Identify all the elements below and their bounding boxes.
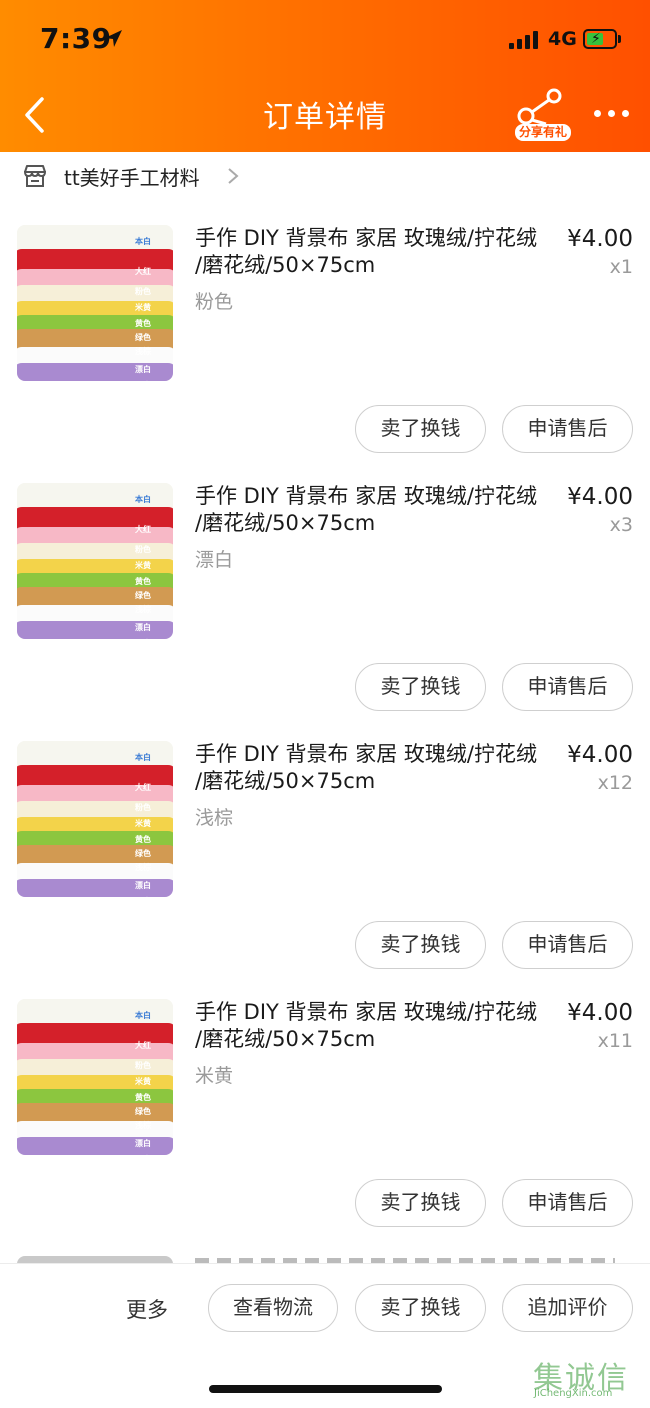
sell-button[interactable]: 卖了换钱 bbox=[355, 663, 486, 711]
order-item[interactable]: 本白大红粉色米黄黄色绿色浅棕漂白紫青手作 DIY 背景布 家居 玫瑰绒/拧花绒 … bbox=[0, 483, 650, 741]
thumbnail-tag: 绿色 bbox=[135, 1107, 151, 1116]
thumbnail-tag: 米黄 bbox=[135, 1077, 151, 1086]
product-variant: 米黄 bbox=[195, 1065, 234, 1087]
header-bar: 7:39 4G ⚡ 订单详情 分享有礼 bbox=[0, 0, 650, 152]
add-review-button[interactable]: 追加评价 bbox=[502, 1284, 633, 1332]
more-link[interactable]: 更多 bbox=[126, 1294, 168, 1324]
thumbnail-tag: 粉色 bbox=[135, 545, 151, 554]
product-price: ¥4.00 bbox=[567, 1000, 633, 1026]
status-time: 7:39 bbox=[40, 22, 112, 55]
thumbnail-tag: 漂白 bbox=[135, 365, 151, 374]
product-quantity: x1 bbox=[609, 256, 633, 278]
thumbnail-tag: 大红 bbox=[135, 1041, 151, 1050]
thumbnail-tag: 大红 bbox=[135, 525, 151, 534]
home-indicator bbox=[209, 1385, 442, 1393]
thumbnail-tag: 绿色 bbox=[135, 591, 151, 600]
product-thumbnail[interactable]: 本白大红粉色米黄黄色绿色浅棕漂白紫青 bbox=[17, 999, 173, 1155]
thumbnail-tag: 大红 bbox=[135, 783, 151, 792]
thumbnail-tag: 本白 bbox=[135, 1011, 151, 1020]
thumbnail-tag: 米黄 bbox=[135, 303, 151, 312]
after-sale-button[interactable]: 申请售后 bbox=[502, 663, 633, 711]
shop-icon bbox=[23, 165, 47, 187]
thumbnail-tag: 粉色 bbox=[135, 803, 151, 812]
product-quantity: x3 bbox=[609, 514, 633, 536]
thumbnail-tag: 浅棕 bbox=[135, 605, 151, 614]
after-sale-button[interactable]: 申请售后 bbox=[502, 405, 633, 453]
thumbnail-tag: 粉色 bbox=[135, 1061, 151, 1070]
product-title[interactable]: 手作 DIY 背景布 家居 玫瑰绒/拧花绒 /磨花绒/50×75cm bbox=[195, 999, 545, 1053]
share-reward-label[interactable]: 分享有礼 bbox=[515, 124, 572, 141]
thumbnail-tag: 米黄 bbox=[135, 561, 151, 570]
product-price: ¥4.00 bbox=[567, 742, 633, 768]
signal-icon bbox=[509, 31, 541, 49]
network-type: 4G bbox=[548, 28, 577, 50]
product-quantity: x11 bbox=[597, 1030, 633, 1052]
thumbnail-tag: 黄色 bbox=[135, 1093, 151, 1102]
product-title[interactable]: 手作 DIY 背景布 家居 玫瑰绒/拧花绒 /磨花绒/50×75cm bbox=[195, 483, 545, 537]
thumbnail-tag: 粉色 bbox=[135, 287, 151, 296]
order-item[interactable]: 本白大红粉色米黄黄色绿色浅棕漂白紫青手作 DIY 背景布 家居 玫瑰绒/拧花绒 … bbox=[0, 225, 650, 483]
thumbnail-tag: 黄色 bbox=[135, 319, 151, 328]
product-thumbnail[interactable]: 本白大红粉色米黄黄色绿色浅棕漂白紫青 bbox=[17, 483, 173, 639]
thumbnail-tag: 本白 bbox=[135, 753, 151, 762]
thumbnail-tag: 漂白 bbox=[135, 1139, 151, 1148]
product-variant: 粉色 bbox=[195, 291, 234, 313]
product-variant: 浅棕 bbox=[195, 807, 234, 829]
thumbnail-tag: 本白 bbox=[135, 237, 151, 246]
sell-button[interactable]: 卖了换钱 bbox=[355, 405, 486, 453]
thumbnail-tag: 绿色 bbox=[135, 333, 151, 342]
shop-row[interactable]: tt美好手工材料 bbox=[0, 152, 650, 202]
product-thumbnail[interactable]: 本白大红粉色米黄黄色绿色浅棕漂白紫青 bbox=[17, 225, 173, 381]
thumbnail-tag: 黄色 bbox=[135, 577, 151, 586]
thumbnail-tag: 漂白 bbox=[135, 881, 151, 890]
battery-icon: ⚡ bbox=[583, 29, 617, 49]
thumbnail-tag: 浅棕 bbox=[135, 1121, 151, 1130]
sell-button[interactable]: 卖了换钱 bbox=[355, 921, 486, 969]
product-variant: 漂白 bbox=[195, 549, 234, 571]
product-quantity: x12 bbox=[597, 772, 633, 794]
thumbnail-tag: 米黄 bbox=[135, 819, 151, 828]
view-logistics-button[interactable]: 查看物流 bbox=[208, 1284, 338, 1332]
thumbnail-tag: 绿色 bbox=[135, 849, 151, 858]
watermark-logo: 集诚信 JiChengXin.com bbox=[533, 1361, 629, 1399]
thumbnail-tag: 大红 bbox=[135, 267, 151, 276]
product-price: ¥4.00 bbox=[567, 484, 633, 510]
chevron-right-icon bbox=[228, 168, 239, 184]
thumbnail-tag: 黄色 bbox=[135, 835, 151, 844]
product-title[interactable]: 手作 DIY 背景布 家居 玫瑰绒/拧花绒 /磨花绒/50×75cm bbox=[195, 741, 545, 795]
after-sale-button[interactable]: 申请售后 bbox=[502, 921, 633, 969]
sell-button[interactable]: 卖了换钱 bbox=[355, 1179, 486, 1227]
location-arrow-icon bbox=[105, 30, 122, 47]
thumbnail-tag: 浅棕 bbox=[135, 863, 151, 872]
product-thumbnail[interactable]: 本白大红粉色米黄黄色绿色浅棕漂白紫青 bbox=[17, 741, 173, 897]
after-sale-button[interactable]: 申请售后 bbox=[502, 1179, 633, 1227]
product-price: ¥4.00 bbox=[567, 226, 633, 252]
thumbnail-tag: 浅棕 bbox=[135, 347, 151, 356]
product-title[interactable]: 手作 DIY 背景布 家居 玫瑰绒/拧花绒 /磨花绒/50×75cm bbox=[195, 225, 545, 279]
order-item[interactable]: 本白大红粉色米黄黄色绿色浅棕漂白紫青手作 DIY 背景布 家居 玫瑰绒/拧花绒 … bbox=[0, 999, 650, 1257]
thumbnail-tag: 漂白 bbox=[135, 623, 151, 632]
bottom-action-bar: 更多 查看物流 卖了换钱 追加评价 集诚信 JiChengXin.com bbox=[0, 1263, 650, 1408]
thumbnail-tag: 本白 bbox=[135, 495, 151, 504]
sell-button[interactable]: 卖了换钱 bbox=[355, 1284, 486, 1332]
more-options-icon[interactable] bbox=[594, 110, 630, 120]
shop-name: tt美好手工材料 bbox=[64, 166, 200, 190]
order-item[interactable]: 本白大红粉色米黄黄色绿色浅棕漂白紫青手作 DIY 背景布 家居 玫瑰绒/拧花绒 … bbox=[0, 741, 650, 999]
